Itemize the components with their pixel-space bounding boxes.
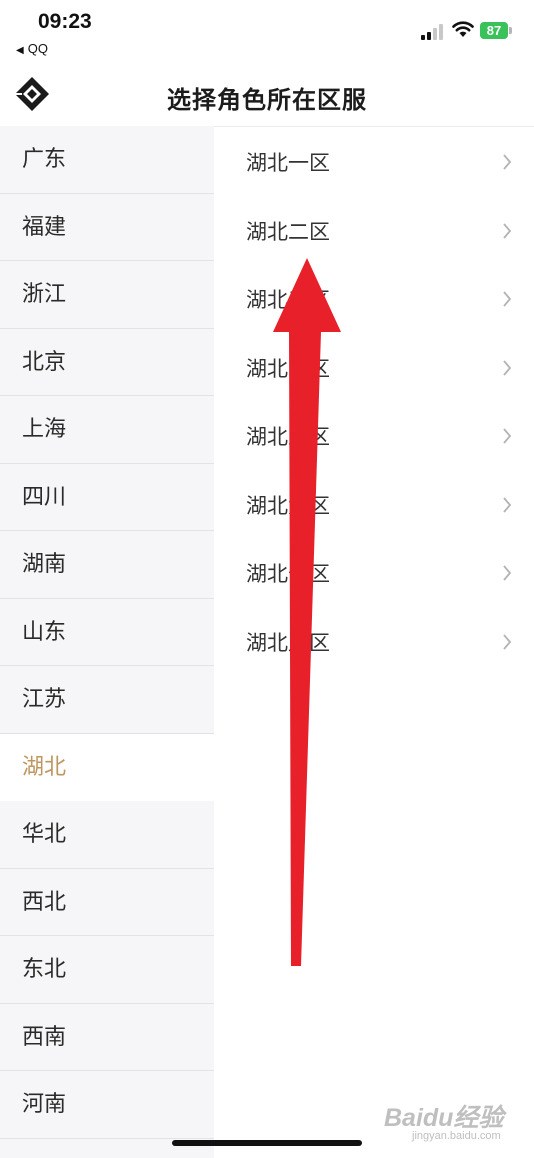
server-item-label: 湖北二区 (246, 219, 330, 244)
server-item-6[interactable]: 湖北六区 (214, 469, 534, 538)
chevron-right-icon (503, 428, 512, 444)
chevron-right-icon (503, 222, 512, 239)
region-item-jiangsu[interactable]: 江苏 (0, 666, 214, 734)
server-item-label: 湖北四区 (246, 356, 330, 381)
chevron-right-icon (503, 633, 512, 650)
back-to-app-link[interactable]: ◀ QQ (16, 41, 48, 56)
server-item-label: 湖北八区 (246, 630, 330, 655)
region-item-hubei-selected[interactable]: 湖北 (0, 733, 214, 801)
region-item-henan[interactable]: 河南 (0, 1071, 214, 1139)
server-item-8[interactable]: 湖北八区 (214, 606, 534, 675)
region-item-beijing[interactable]: 北京 (0, 329, 214, 396)
back-triangle-icon: ◀ (16, 45, 24, 56)
region-item-shanghai[interactable]: 上海 (0, 396, 214, 464)
region-item-dongbei[interactable]: 东北 (0, 936, 214, 1004)
server-item-label: 湖北七区 (246, 562, 330, 586)
wifi-icon (452, 21, 474, 37)
region-item-sichuan[interactable]: 四川 (0, 464, 214, 531)
region-item-huabei[interactable]: 华北 (0, 801, 214, 869)
region-item-guangdong[interactable]: 广东 (0, 126, 214, 194)
status-time: 09:23 (38, 10, 92, 33)
region-list: 广东 福建 浙江 北京 上海 四川 湖南 山东 江苏 湖北 华北 西北 东北 西… (0, 126, 214, 1158)
region-item-shandong[interactable]: 山东 (0, 599, 214, 666)
server-item-label: 湖北三区 (246, 288, 330, 312)
battery-tip (509, 27, 512, 34)
server-list: 湖北一区 湖北二区 湖北三区 湖北四区 湖北五区 湖北六区 湖北七区 湖北八区 (214, 126, 534, 674)
region-item-zhejiang[interactable]: 浙江 (0, 261, 214, 329)
app-screen: 09:23 ◀ QQ 87 选择角色所在区服 广东 福建 浙江 北京 上海 四川… (0, 0, 534, 1158)
home-indicator[interactable] (172, 1140, 362, 1146)
region-item-xibei[interactable]: 西北 (0, 869, 214, 936)
status-bar: 09:23 ◀ QQ 87 (0, 0, 534, 62)
region-item-hunan[interactable]: 湖南 (0, 531, 214, 599)
region-item-fujian[interactable]: 福建 (0, 194, 214, 261)
server-item-3[interactable]: 湖北三区 (214, 263, 534, 332)
server-item-7[interactable]: 湖北七区 (214, 537, 534, 606)
watermark-sub: jingyan.baidu.com (412, 1130, 501, 1142)
chevron-right-icon (503, 291, 512, 307)
cellular-signal-icon (421, 24, 443, 40)
server-item-label: 湖北一区 (246, 151, 330, 175)
chevron-right-icon (503, 154, 512, 170)
page-title: 选择角色所在区服 (167, 86, 367, 114)
chevron-right-icon (503, 359, 512, 376)
watermark-main: Baidu经验 (384, 1104, 504, 1132)
battery-indicator: 87 (480, 22, 508, 39)
baidu-watermark: Baidu经验 jingyan.baidu.com (384, 1098, 524, 1148)
server-item-5[interactable]: 湖北五区 (214, 400, 534, 469)
server-item-4[interactable]: 湖北四区 (214, 332, 534, 401)
server-item-label: 湖北五区 (246, 425, 330, 449)
region-item-xinan[interactable]: 西南 (0, 1004, 214, 1071)
chevron-right-icon (503, 496, 512, 513)
chevron-right-icon (503, 565, 512, 581)
server-item-1[interactable]: 湖北一区 (214, 126, 534, 195)
server-item-2[interactable]: 湖北二区 (214, 195, 534, 264)
page-header: 选择角色所在区服 (0, 64, 534, 127)
back-app-label: QQ (27, 41, 48, 56)
server-item-label: 湖北六区 (246, 493, 330, 518)
